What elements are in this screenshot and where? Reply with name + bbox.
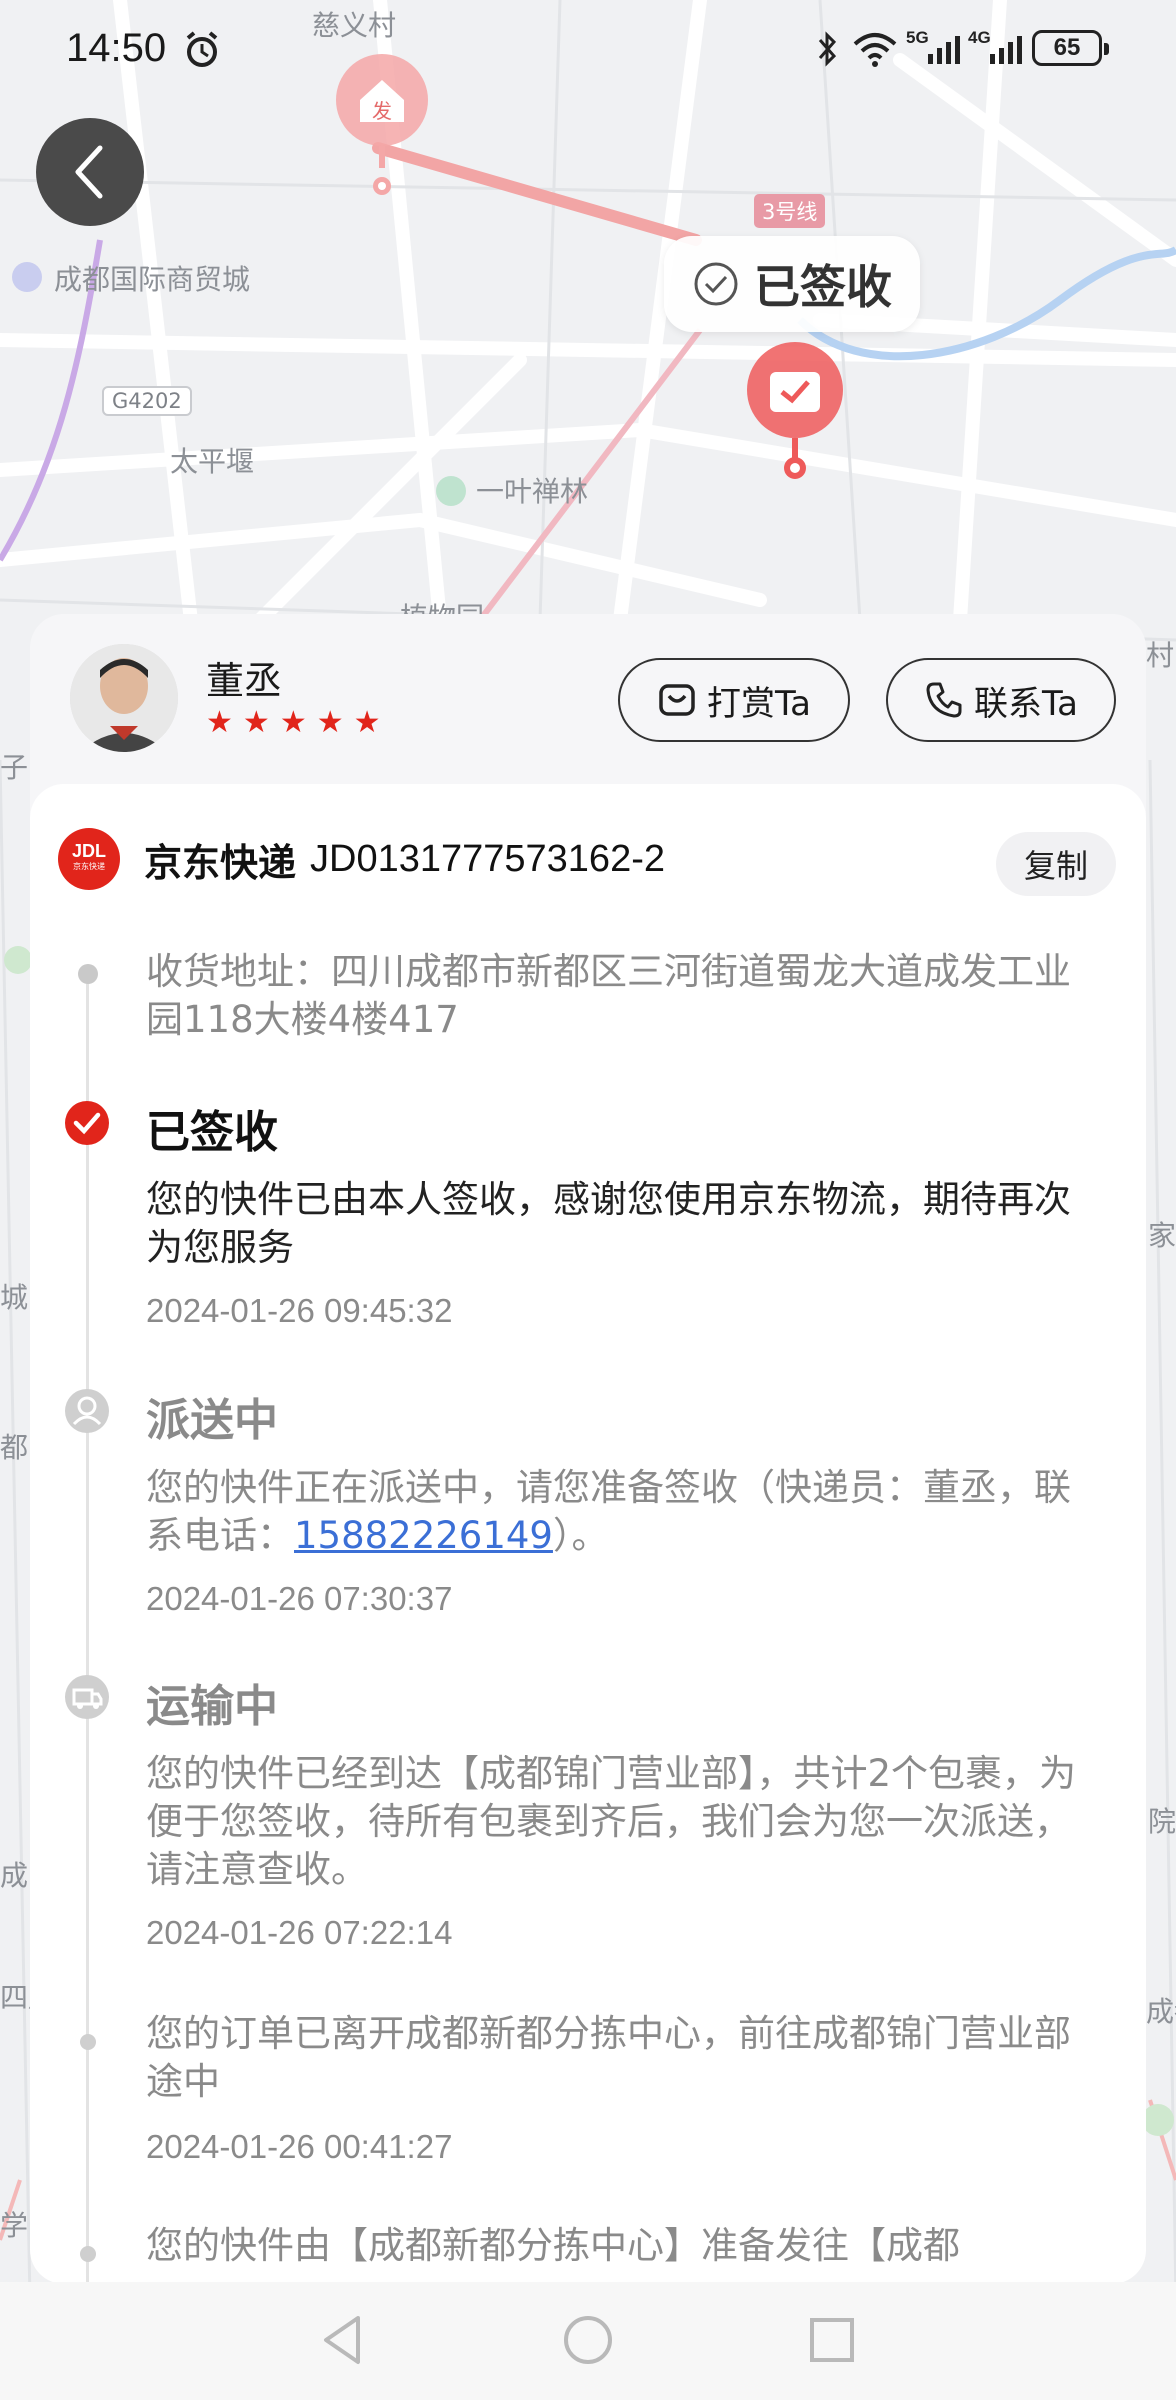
star-icon: ★ — [316, 705, 344, 740]
signal-5g-icon: 5G — [906, 28, 962, 68]
courier-icon — [64, 1388, 110, 1438]
camera-poi-icon — [436, 476, 466, 506]
nav-recents-icon[interactable] — [806, 2312, 858, 2368]
signed-check-icon — [64, 1100, 110, 1150]
map-label-edge: 成 — [0, 1859, 29, 1892]
metro-line-tag: 3号线 — [754, 194, 826, 228]
event-time: 2024-01-26 07:30:37 — [146, 1580, 453, 1617]
back-button[interactable] — [36, 118, 144, 226]
poi-icon — [12, 262, 42, 292]
signed-status-bubble: 已签收 — [664, 236, 920, 332]
delivery-address: 收货地址：四川成都市新都区三河街道蜀龙大道成发工业园118大楼4楼417 — [146, 948, 1106, 1044]
signal-4g-icon: 4G — [968, 28, 1024, 68]
status-bar: 14:50 5G 4G 65 — [0, 0, 1176, 100]
map-label-edge: 村 — [1146, 639, 1175, 672]
clock: 14:50 — [66, 26, 167, 70]
event-text: 您的快件已经到达【成都锦门营业部】，共计2个包裹，为便于您签收，待所有包裹到齐后… — [146, 1752, 1077, 1891]
copy-button[interactable]: 复制 — [996, 832, 1116, 896]
truck-icon — [64, 1674, 110, 1724]
event-time: 2024-01-26 00:41:27 — [146, 2128, 453, 2165]
contact-button-label: 联系Ta — [974, 683, 1078, 724]
chevron-left-icon — [75, 145, 103, 199]
map-label-edge: 城 — [0, 1281, 29, 1314]
address-node — [78, 964, 98, 984]
timeline-line — [86, 984, 89, 2284]
event-text: 您的快件正在派送中，请您准备签收（快递员：董丞，联系电话：15882226149… — [146, 1466, 1071, 1557]
event-status: 派送中 — [146, 1395, 278, 1446]
destination-pin-icon[interactable] — [740, 334, 850, 498]
star-icon: ★ — [242, 705, 270, 740]
event-text: 您的快件已由本人签收，感谢您使用京东物流，期待再次为您服务 — [146, 1178, 1071, 1269]
map-label-edge: 家 — [1148, 1219, 1176, 1252]
courier-phone-link[interactable]: 15882226149 — [294, 1514, 553, 1557]
map-label-temple: 一叶禅林 — [476, 475, 589, 508]
courier-rating: ★ ★ ★ ★ ★ — [206, 708, 381, 738]
jd-logistics-logo: JDL 京东快递 — [58, 828, 120, 890]
map-label-edge: 成都 — [1146, 1995, 1176, 2028]
event-time: 2024-01-26 09:45:32 — [146, 1292, 453, 1329]
phone-icon — [926, 682, 962, 718]
nav-home-icon[interactable] — [562, 2312, 614, 2368]
timeline-node — [80, 2246, 96, 2262]
carrier-row: JDL 京东快递 京东快递 JD0131777573162-2 — [58, 828, 665, 890]
alarm-icon — [186, 31, 218, 67]
tracking-number: JD0131777573162-2 — [310, 837, 665, 880]
svg-text:发: 发 — [372, 99, 392, 123]
timeline-node — [80, 2034, 96, 2050]
courier-avatar — [70, 644, 178, 752]
map-label-edge: 子 — [0, 751, 29, 784]
star-icon: ★ — [353, 705, 381, 740]
address-label: 收货地址： — [146, 950, 331, 993]
tracking-card: JDL 京东快递 京东快递 JD0131777573162-2 复制 收货地址：… — [30, 784, 1146, 2284]
bluetooth-icon — [818, 31, 837, 67]
system-nav-bar — [0, 2282, 1176, 2400]
carrier-name: 京东快递 — [144, 840, 297, 885]
check-circle-icon — [694, 262, 738, 306]
star-icon: ★ — [279, 705, 307, 740]
gift-wallet-icon — [659, 684, 695, 716]
highway-tag: G4202 — [102, 386, 192, 416]
map-label-edge: 院 — [1148, 1805, 1176, 1838]
contact-courier-button[interactable]: 联系Ta — [886, 658, 1116, 742]
tip-button-label: 打赏Ta — [707, 683, 811, 724]
event-status: 运输中 — [146, 1681, 278, 1732]
signed-bubble-text: 已签收 — [754, 260, 892, 314]
event-time: 2024-01-26 07:22:14 — [146, 1914, 453, 1951]
courier-name: 董丞 — [206, 659, 283, 703]
nav-back-icon[interactable] — [316, 2312, 368, 2368]
star-icon: ★ — [206, 705, 233, 740]
wifi-icon — [853, 33, 897, 67]
map-label-edge: 学 — [0, 2209, 29, 2242]
map-label-taiping: 太平堰 — [170, 445, 255, 478]
map-label-trade-city: 成都国际商贸城 — [54, 263, 251, 296]
event-status: 已签收 — [146, 1107, 278, 1158]
event-text: 您的快件由【成都新都分拣中心】准备发往【成都 — [146, 2224, 960, 2267]
map-label-edge: 都 — [0, 1431, 29, 1464]
battery-indicator: 65 — [1032, 30, 1109, 66]
tip-courier-button[interactable]: 打赏Ta — [618, 658, 850, 742]
event-text: 您的订单已离开成都新都分拣中心，前往成都锦门营业部途中 — [146, 2012, 1071, 2103]
